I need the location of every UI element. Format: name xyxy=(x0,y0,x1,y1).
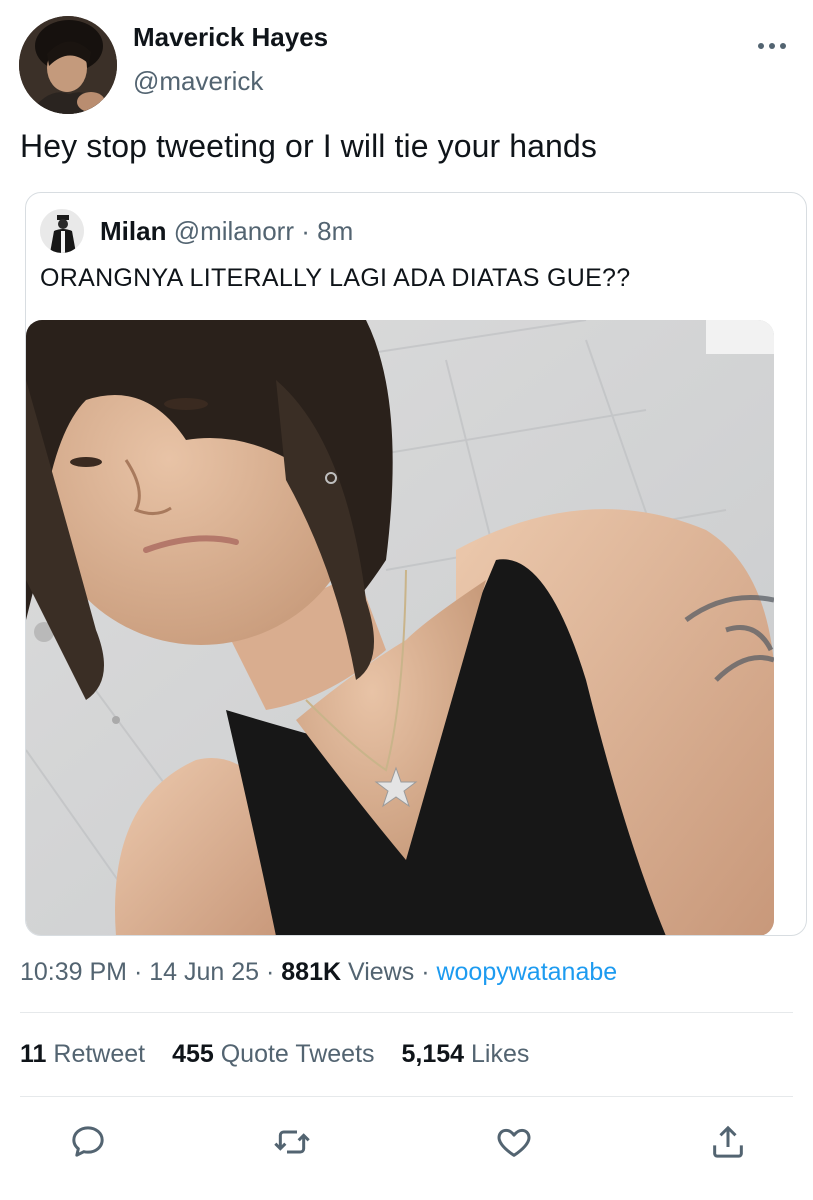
author-name[interactable]: Maverick Hayes xyxy=(133,22,328,53)
retweets-label: Retweet xyxy=(53,1040,146,1068)
heart-icon xyxy=(497,1128,531,1157)
speech-bubble-icon xyxy=(72,1126,104,1157)
divider xyxy=(20,1096,793,1097)
tweet-text: Hey stop tweeting or I will tie your han… xyxy=(20,128,597,164)
quoted-tweet-card[interactable]: Milan @milanorr · 8m ORANGNYA LITERALLY … xyxy=(25,192,807,936)
quoted-text: ORANGNYA LITERALLY LAGI ADA DIATAS GUE?? xyxy=(40,264,631,292)
retweets-count: 11 xyxy=(20,1040,47,1068)
quotes-label: Quote Tweets xyxy=(220,1040,375,1068)
quotes-count: 455 xyxy=(172,1040,214,1068)
quoted-separator: · xyxy=(294,216,318,246)
tweet-meta: 10:39 PM · 14 Jun 25 · 881K Views · woop… xyxy=(20,958,617,987)
divider xyxy=(20,1012,793,1013)
share-upload-icon xyxy=(713,1125,743,1158)
views-label: Views xyxy=(348,958,415,986)
author-handle[interactable]: @maverick xyxy=(133,66,263,97)
quoted-time: 8m xyxy=(317,216,354,246)
tweet-time[interactable]: 10:39 PM xyxy=(20,958,127,986)
author-avatar[interactable] xyxy=(19,16,117,114)
quoted-author-name[interactable]: Milan xyxy=(100,216,166,246)
likes-label: Likes xyxy=(471,1040,530,1068)
more-options-button[interactable] xyxy=(752,28,792,64)
like-button[interactable] xyxy=(490,1118,538,1166)
selfie-photo-icon xyxy=(26,320,774,935)
likes-count: 5,154 xyxy=(401,1040,465,1068)
quoted-header: Milan @milanorr · 8m xyxy=(100,216,353,247)
views-count: 881K xyxy=(281,958,342,986)
meta-separator: · xyxy=(127,958,150,986)
tweet-stats: 11 Retweet 455 Quote Tweets 5,154 Likes xyxy=(20,1040,549,1069)
meta-separator: · xyxy=(414,958,437,986)
tweet-source-link[interactable]: woopywatanabe xyxy=(436,958,617,986)
reply-button[interactable] xyxy=(64,1118,112,1166)
likes-stat[interactable]: 5,154 Likes xyxy=(401,1040,529,1068)
quotes-stat[interactable]: 455 Quote Tweets xyxy=(172,1040,374,1068)
quoted-profile-photo-icon xyxy=(40,209,84,253)
share-button[interactable] xyxy=(704,1118,752,1166)
meta-separator: · xyxy=(259,958,282,986)
retweets-stat[interactable]: 11 Retweet xyxy=(20,1040,145,1068)
retweet-button[interactable] xyxy=(268,1118,316,1166)
profile-photo-icon xyxy=(19,16,117,114)
retweet-arrows-icon xyxy=(274,1130,310,1154)
tweet-date[interactable]: 14 Jun 25 xyxy=(149,958,259,986)
quoted-author-avatar[interactable] xyxy=(40,209,84,253)
quoted-author-handle[interactable]: @milanorr xyxy=(174,216,294,246)
more-dots-icon xyxy=(758,43,786,49)
quoted-photo[interactable] xyxy=(26,320,774,935)
